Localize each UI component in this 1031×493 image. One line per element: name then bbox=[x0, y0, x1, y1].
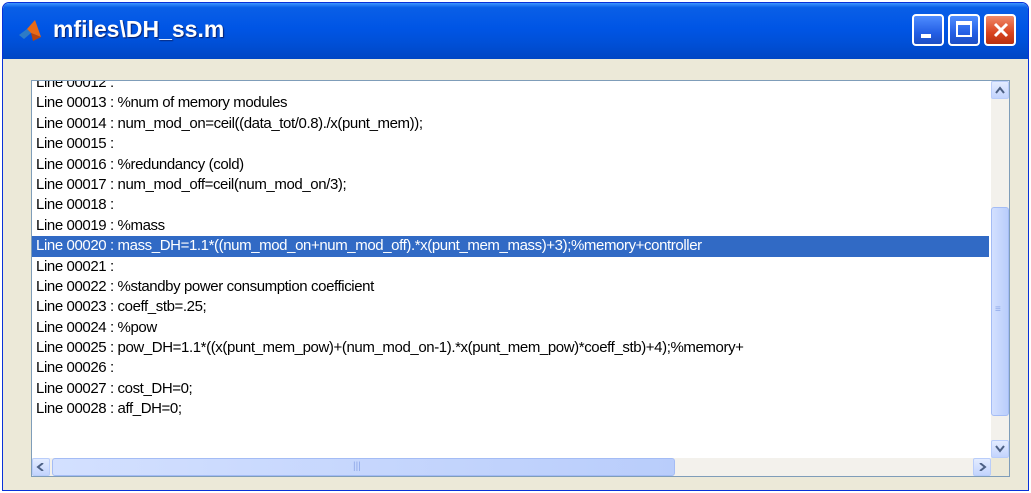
code-line[interactable]: Line 00022 : %standby power consumption … bbox=[32, 277, 989, 297]
vertical-scroll-thumb[interactable]: ≡ bbox=[991, 207, 1009, 416]
code-line[interactable]: Line 00021 : bbox=[32, 257, 989, 277]
code-line[interactable]: Line 00019 : %mass bbox=[32, 216, 989, 236]
viewer-window: mfiles\DH_ss.m Line 00012 : Line 00013 : … bbox=[2, 2, 1029, 491]
horizontal-scrollbar[interactable]: ||| bbox=[32, 458, 991, 476]
code-listbox[interactable]: Line 00012 : Line 00013 : %num of memory … bbox=[31, 80, 1010, 477]
grip-icon: ||| bbox=[353, 461, 361, 472]
vertical-scrollbar[interactable]: ≡ bbox=[991, 81, 1009, 458]
code-line[interactable]: Line 00014 : num_mod_on=ceil((data_tot/0… bbox=[32, 114, 989, 134]
scroll-right-button[interactable] bbox=[973, 458, 991, 476]
close-button[interactable] bbox=[984, 14, 1016, 46]
close-icon bbox=[993, 22, 1009, 38]
window-client: Line 00012 : Line 00013 : %num of memory … bbox=[7, 59, 1024, 488]
code-line[interactable]: Line 00025 : pow_DH=1.1*((x(punt_mem_pow… bbox=[32, 338, 989, 358]
chevron-right-icon bbox=[979, 463, 987, 471]
maximize-button[interactable] bbox=[948, 14, 980, 46]
scroll-corner bbox=[991, 458, 1009, 476]
code-line[interactable]: Line 00018 : bbox=[32, 195, 989, 215]
scroll-left-button[interactable] bbox=[32, 458, 50, 476]
code-line[interactable]: Line 00023 : coeff_stb=.25; bbox=[32, 297, 989, 317]
code-line[interactable]: Line 00013 : %num of memory modules bbox=[32, 93, 989, 113]
code-line[interactable]: Line 00015 : bbox=[32, 134, 989, 154]
horizontal-scroll-thumb[interactable]: ||| bbox=[52, 458, 675, 476]
chevron-down-icon bbox=[995, 445, 1005, 453]
code-line[interactable]: Line 00012 : bbox=[32, 81, 989, 93]
chevron-left-icon bbox=[36, 463, 44, 471]
title-bar[interactable]: mfiles\DH_ss.m bbox=[3, 3, 1028, 59]
scroll-up-button[interactable] bbox=[991, 81, 1009, 99]
window-title: mfiles\DH_ss.m bbox=[53, 16, 225, 42]
code-line[interactable]: Line 00016 : %redundancy (cold) bbox=[32, 155, 989, 175]
minimize-icon bbox=[921, 34, 931, 38]
grip-icon: ≡ bbox=[995, 304, 1001, 315]
code-lines[interactable]: Line 00012 : Line 00013 : %num of memory … bbox=[32, 81, 989, 454]
maximize-icon bbox=[956, 21, 972, 37]
code-line[interactable]: Line 00026 : bbox=[32, 358, 989, 378]
code-line[interactable]: Line 00028 : aff_DH=0; bbox=[32, 399, 989, 419]
minimize-button[interactable] bbox=[912, 14, 944, 46]
matlab-icon bbox=[19, 20, 41, 41]
code-line[interactable]: Line 00024 : %pow bbox=[32, 318, 989, 338]
chevron-up-icon bbox=[995, 86, 1005, 94]
code-line[interactable]: Line 00027 : cost_DH=0; bbox=[32, 379, 989, 399]
selected-code-line[interactable]: Line 00020 : mass_DH=1.1*((num_mod_on+nu… bbox=[32, 236, 989, 257]
code-line[interactable]: Line 00017 : num_mod_off=ceil(num_mod_on… bbox=[32, 175, 989, 195]
scroll-down-button[interactable] bbox=[991, 440, 1009, 458]
